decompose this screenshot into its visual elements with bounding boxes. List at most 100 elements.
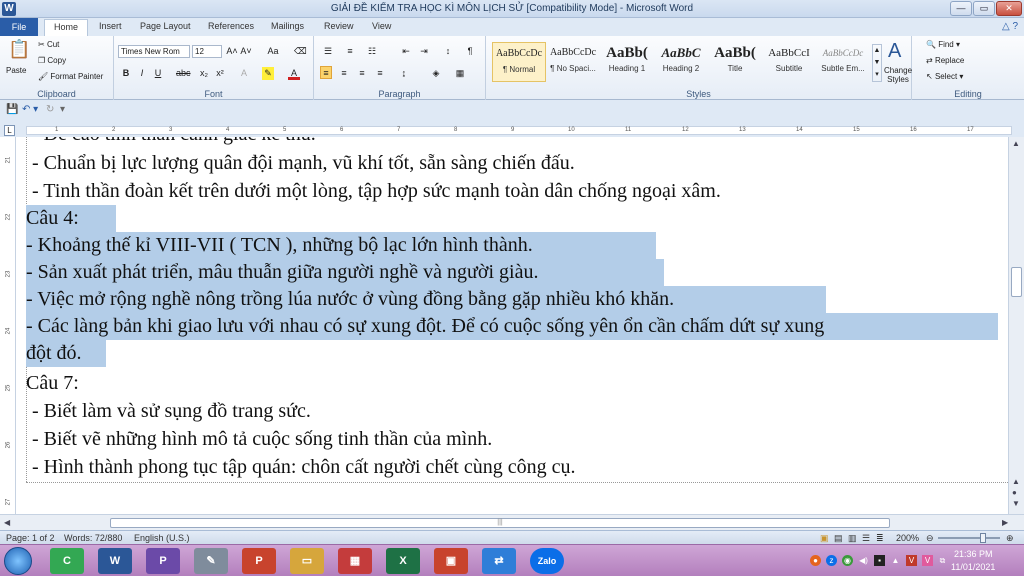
sound-icon[interactable]: ◀)	[858, 555, 869, 566]
zoom-slider[interactable]	[938, 537, 1000, 539]
tray-app-icon[interactable]: V	[922, 555, 933, 566]
undo-icon[interactable]: ↶ ▾	[22, 104, 38, 115]
tab-review[interactable]: Review	[324, 21, 354, 31]
clock-date[interactable]: 11/01/2021	[951, 562, 995, 572]
tab-selector[interactable]: L	[4, 125, 15, 136]
scroll-left-icon[interactable]: ◀	[4, 518, 10, 527]
align-center-icon[interactable]: ≡	[338, 67, 350, 80]
start-button[interactable]	[4, 547, 32, 575]
document-line-selected[interactable]: - Các làng bản khi giao lưu với nhau có …	[26, 313, 998, 340]
ccleaner-app-icon[interactable]: C	[50, 548, 84, 574]
select-browse-object-icon[interactable]: ●	[1012, 488, 1017, 497]
paint-app-icon[interactable]: ✎	[194, 548, 228, 574]
change-styles-button[interactable]: Change Styles	[884, 66, 912, 84]
styles-scroll-icon[interactable]: ▲ ▼ ▾	[872, 44, 882, 82]
excel-app-icon[interactable]: X	[386, 548, 420, 574]
document-line[interactable]: Câu 7:	[26, 370, 79, 397]
full-screen-reading-icon[interactable]: ▤	[834, 533, 843, 544]
change-case-icon[interactable]: Aa	[264, 45, 282, 58]
format-painter-button[interactable]: 🖌 Format Painter	[38, 72, 103, 81]
bold-icon[interactable]: B	[120, 67, 132, 80]
font-name-dropdown[interactable]: Times New Rom	[118, 45, 190, 58]
style-no-spacing[interactable]: AaBbCcDc ¶ No Spaci...	[546, 42, 600, 82]
multilevel-list-icon[interactable]: ☷	[366, 45, 378, 58]
vertical-scroll-thumb[interactable]	[1011, 267, 1022, 297]
horizontal-scrollbar[interactable]: ◀ ||| ▶	[0, 514, 1024, 530]
tab-insert[interactable]: Insert	[99, 21, 122, 31]
increase-indent-icon[interactable]: ⇥	[418, 45, 430, 58]
style-subtle-emphasis[interactable]: AaBbCcDc Subtle Em...	[816, 42, 870, 82]
numbering-icon[interactable]: ≡	[344, 45, 356, 58]
borders-icon[interactable]: ▦	[454, 67, 466, 80]
show-marks-icon[interactable]: ¶	[464, 45, 476, 58]
copy-button[interactable]: ❐ Copy	[38, 56, 66, 65]
font-color-icon[interactable]: A	[288, 67, 300, 80]
style-heading-1[interactable]: AaBb( Heading 1	[600, 42, 654, 82]
document-line-selected[interactable]: - Sản xuất phát triển, mâu thuẫn giữa ng…	[26, 259, 664, 286]
zoom-level[interactable]: 200%	[896, 533, 919, 543]
decrease-indent-icon[interactable]: ⇤	[400, 45, 412, 58]
customize-qat-icon[interactable]: ▾	[60, 104, 65, 115]
document-page[interactable]: - Đề cao tinh thần cảnh giác kẻ thù. - C…	[16, 137, 1008, 514]
presentation-app-icon[interactable]: ▣	[434, 548, 468, 574]
redo-icon[interactable]: ↻	[46, 104, 54, 115]
draft-icon[interactable]: ≣	[876, 533, 884, 544]
ruler-strip[interactable]: 1 2 3 4 5 6 7 8 9 10 11 12 13 14 15 16 1…	[26, 126, 1012, 135]
help-icon[interactable]: △ ?	[1002, 21, 1018, 32]
scroll-up-icon[interactable]: ▲	[1012, 139, 1020, 148]
clock-time[interactable]: 21:36 PM	[954, 549, 993, 559]
bullets-icon[interactable]: ☰	[322, 45, 334, 58]
next-page-icon[interactable]: ▼	[1012, 499, 1020, 508]
tab-file[interactable]: File	[0, 18, 38, 36]
save-icon[interactable]: 💾	[6, 104, 18, 115]
paste-icon[interactable]: 📋	[8, 39, 30, 60]
highlight-icon[interactable]: ✎	[262, 67, 274, 80]
teamviewer-app-icon[interactable]: ⇄	[482, 548, 516, 574]
document-line[interactable]: - Hình thành phong tục tập quán: chôn cấ…	[32, 454, 576, 481]
document-line[interactable]: - Biết làm và sử sụng đồ trang sức.	[32, 398, 311, 425]
superscript-icon[interactable]: x²	[214, 67, 226, 80]
italic-icon[interactable]: I	[136, 67, 148, 80]
cut-button[interactable]: ✂ Cut	[38, 40, 59, 49]
zoom-out-icon[interactable]: ⊖	[926, 533, 934, 544]
maximize-button[interactable]: ▭	[973, 1, 995, 16]
app-icon[interactable]: ▦	[338, 548, 372, 574]
subscript-icon[interactable]: x₂	[198, 67, 210, 80]
line-spacing-icon[interactable]: ↨	[398, 67, 410, 80]
text-effects-icon[interactable]: A	[238, 67, 250, 80]
document-line[interactable]: - Chuẩn bị lực lượng quân đội mạnh, vũ k…	[32, 150, 575, 177]
select-button[interactable]: ↖ Select ▾	[926, 72, 963, 81]
find-button[interactable]: 🔍 Find ▾	[926, 40, 960, 49]
style-title[interactable]: AaBb( Title	[708, 42, 762, 82]
tray-app-icon[interactable]: ▪	[874, 555, 885, 566]
vertical-scrollbar[interactable]: ▲ ▲ ● ▼	[1008, 137, 1024, 514]
tab-view[interactable]: View	[372, 21, 391, 31]
document-line-selected[interactable]: - Khoảng thế kỉ VIII-VII ( TCN ), những …	[26, 232, 656, 259]
tab-mailings[interactable]: Mailings	[271, 21, 304, 31]
style-normal[interactable]: AaBbCcDc ¶ Normal	[492, 42, 546, 82]
zalo-app-icon[interactable]: Zalo	[530, 548, 564, 574]
powerpoint-app-icon[interactable]: P	[242, 548, 276, 574]
print-layout-icon[interactable]: ▣	[820, 533, 829, 544]
language-indicator[interactable]: English (U.S.)	[134, 533, 190, 543]
strikethrough-icon[interactable]: abc	[176, 67, 191, 80]
align-left-icon[interactable]: ≡	[320, 66, 332, 79]
web-layout-icon[interactable]: ▥	[848, 533, 857, 544]
word-count[interactable]: Words: 72/880	[64, 533, 122, 543]
style-heading-2[interactable]: AaBbC Heading 2	[654, 42, 708, 82]
underline-icon[interactable]: U	[152, 67, 164, 80]
zalo-tray-icon[interactable]: z	[826, 555, 837, 566]
justify-icon[interactable]: ≡	[374, 67, 386, 80]
word-app-icon[interactable]: W	[98, 548, 132, 574]
shrink-font-icon[interactable]: A˅	[240, 45, 252, 58]
document-line-selected[interactable]: đột đó.	[26, 340, 106, 367]
font-size-dropdown[interactable]: 12	[192, 45, 222, 58]
document-line[interactable]: - Biết vẽ những hình mô tả cuộc sống tin…	[32, 426, 492, 453]
flag-icon[interactable]: V	[906, 555, 917, 566]
minimize-button[interactable]: —	[950, 1, 972, 16]
shading-icon[interactable]: ◈	[430, 67, 442, 80]
tray-app-icon[interactable]: ◉	[842, 555, 853, 566]
style-subtitle[interactable]: AaBbCcI Subtitle	[762, 42, 816, 82]
sort-icon[interactable]: ↕	[442, 45, 454, 58]
document-line[interactable]: - Tinh thần đoàn kết trên dưới một lòng,…	[32, 178, 721, 205]
